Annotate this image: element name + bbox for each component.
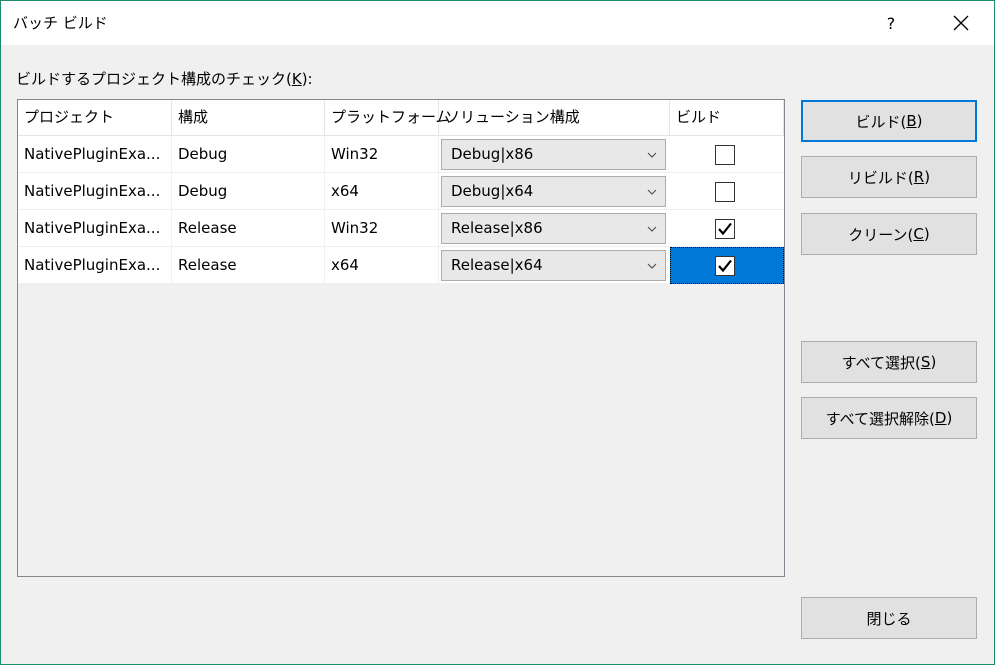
grid-header: プロジェクト 構成 プラットフォーム ソリューション構成 ビルド [18,100,784,136]
rebuild-button[interactable]: リビルド(R) [801,156,977,198]
build-button[interactable]: ビルド(B) [801,100,977,142]
window-title: バッチ ビルド [13,14,108,32]
project-cell: NativePluginExa... [18,136,172,172]
chevron-down-icon [647,214,657,243]
table-row[interactable]: NativePluginExa... Release x64 Release|x… [18,247,784,284]
platform-cell: x64 [325,247,439,283]
check-configs-label: ビルドするプロジェクト構成のチェック(K): [16,70,313,88]
platform-cell: x64 [325,173,439,209]
solution-config-dropdown[interactable]: Release|x64 [441,250,666,281]
help-icon[interactable]: ? [869,1,913,45]
project-config-grid[interactable]: プロジェクト 構成 プラットフォーム ソリューション構成 ビルド NativeP… [17,99,785,577]
build-checkbox[interactable] [715,182,735,202]
table-row[interactable]: NativePluginExa... Debug x64 Debug|x64 [18,173,784,210]
header-build[interactable]: ビルド [670,100,784,135]
deselect-all-button[interactable]: すべて選択解除(D) [801,397,977,439]
chevron-down-icon [647,251,657,280]
header-solution-config[interactable]: ソリューション構成 [439,100,670,135]
table-row[interactable]: NativePluginExa... Release Win32 Release… [18,210,784,247]
project-cell: NativePluginExa... [18,210,172,246]
clean-button[interactable]: クリーン(C) [801,213,977,255]
config-cell: Release [172,247,325,283]
config-cell: Debug [172,136,325,172]
title-bar: バッチ ビルド ? [1,1,994,45]
close-button[interactable]: 閉じる [801,597,977,639]
help-label: ? [886,13,896,33]
build-checkbox[interactable] [715,145,735,165]
build-cell [670,173,784,210]
platform-cell: Win32 [325,136,439,172]
build-checkbox[interactable] [715,219,735,239]
batch-build-dialog: バッチ ビルド ? ビルドするプロジェクト構成のチェック(K): プロジェクト … [0,0,995,665]
chevron-down-icon [647,140,657,169]
close-icon[interactable] [939,1,983,45]
solution-config-dropdown[interactable]: Debug|x86 [441,139,666,170]
project-cell: NativePluginExa... [18,173,172,209]
config-cell: Release [172,210,325,246]
build-checkbox[interactable] [715,256,735,276]
project-cell: NativePluginExa... [18,247,172,283]
build-cell [670,210,784,247]
solution-config-dropdown[interactable]: Release|x86 [441,213,666,244]
select-all-button[interactable]: すべて選択(S) [801,341,977,383]
table-row[interactable]: NativePluginExa... Debug Win32 Debug|x86 [18,136,784,173]
check-icon [718,259,732,273]
header-config[interactable]: 構成 [172,100,325,135]
header-project[interactable]: プロジェクト [18,100,172,135]
header-platform[interactable]: プラットフォーム [325,100,451,135]
config-cell: Debug [172,173,325,209]
platform-cell: Win32 [325,210,439,246]
build-cell [670,136,784,173]
solution-config-dropdown[interactable]: Debug|x64 [441,176,666,207]
check-icon [718,222,732,236]
build-cell-selected [670,247,784,284]
chevron-down-icon [647,177,657,206]
